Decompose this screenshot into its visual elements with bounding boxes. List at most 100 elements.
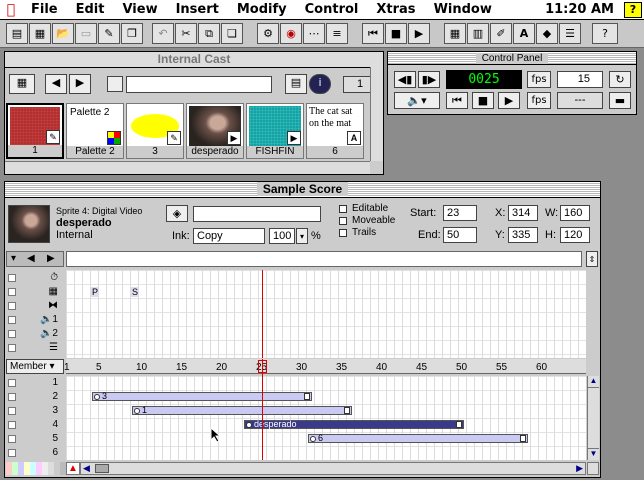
sprite-span-channel-3[interactable]: 1: [132, 406, 352, 415]
start-frame-field[interactable]: 23: [443, 205, 477, 221]
scroll-down-icon[interactable]: ▼: [588, 448, 599, 460]
sprite-end-keyframe[interactable]: [520, 435, 526, 442]
sprite-channel-5[interactable]: 5: [6, 432, 64, 446]
cast-search-icon[interactable]: ◉: [280, 23, 302, 44]
editable-checkbox[interactable]: [339, 205, 347, 213]
score-display-popup[interactable]: Member ▾: [6, 359, 64, 374]
sprite-channel-3[interactable]: 3: [6, 404, 64, 418]
menu-insert[interactable]: Insert: [167, 2, 228, 17]
sprite-channel-2[interactable]: 2: [6, 390, 64, 404]
sprite-start-keyframe[interactable]: [134, 408, 140, 414]
marker-bar[interactable]: [66, 251, 582, 267]
script-icon[interactable]: ⋯: [303, 23, 325, 44]
cp-stop-icon[interactable]: ■: [472, 92, 494, 109]
save-as-icon[interactable]: ❐: [121, 23, 143, 44]
cast-title-bar[interactable]: Internal Cast: [5, 52, 383, 68]
scroll-up-icon[interactable]: ▲: [588, 376, 599, 388]
behavior-icon[interactable]: ◆: [536, 23, 558, 44]
ink-popup[interactable]: Copy: [193, 228, 265, 244]
score-horizontal-scrollbar[interactable]: ◀ ▶: [80, 462, 586, 475]
volume-icon[interactable]: 🔈▾: [394, 92, 440, 109]
menu-view[interactable]: View: [113, 2, 166, 17]
new-movie-icon[interactable]: ▤: [6, 23, 28, 44]
behavior-inspector-icon[interactable]: ◈: [166, 205, 188, 222]
channel-toggle[interactable]: [8, 330, 16, 338]
menu-control[interactable]: Control: [296, 2, 368, 17]
channel-toggle[interactable]: [8, 302, 16, 310]
selected-frames-icon[interactable]: ▬: [609, 92, 631, 109]
menu-edit[interactable]: Edit: [67, 2, 114, 17]
inspector-icon[interactable]: ☰: [559, 23, 581, 44]
rewind-icon[interactable]: ⏮: [362, 23, 384, 44]
undo-icon[interactable]: ↶: [152, 23, 174, 44]
stop-icon[interactable]: ■: [385, 23, 407, 44]
score-resize-icon[interactable]: [587, 462, 599, 475]
sprite-end-keyframe[interactable]: [344, 407, 350, 414]
x-field[interactable]: 314: [508, 205, 538, 221]
sprite-end-keyframe[interactable]: [456, 421, 462, 428]
script-window-icon[interactable]: ≡: [326, 23, 348, 44]
cp-play-icon[interactable]: ▶: [498, 92, 520, 109]
cast-member-2[interactable]: Palette 2 Palette 2: [66, 103, 124, 159]
save-icon[interactable]: ▭: [75, 23, 97, 44]
sound-1-channel[interactable]: 🔈1: [6, 313, 64, 327]
center-playhead-icon[interactable]: ▲: [66, 462, 80, 475]
scroll-left-icon[interactable]: ◀: [83, 463, 90, 474]
paint-icon[interactable]: ✐: [490, 23, 512, 44]
play-icon[interactable]: ▶: [408, 23, 430, 44]
paste-icon[interactable]: ❏: [221, 23, 243, 44]
channel-toggle[interactable]: [8, 407, 16, 415]
help-icon[interactable]: ?: [624, 1, 642, 18]
cast-member-info-icon[interactable]: i: [309, 74, 331, 94]
previous-member-icon[interactable]: ◀: [45, 74, 67, 94]
palette-channel[interactable]: ▦: [6, 285, 64, 299]
channel-toggle[interactable]: [8, 421, 16, 429]
score-icon[interactable]: ▦: [444, 23, 466, 44]
step-backward-icon[interactable]: ◀▮: [394, 71, 416, 88]
marker-menu-icon[interactable]: ▾: [11, 253, 16, 264]
channel-toggle[interactable]: [8, 449, 16, 457]
width-field[interactable]: 160: [560, 205, 590, 221]
import-icon[interactable]: ✎: [98, 23, 120, 44]
find-icon[interactable]: ⚙: [257, 23, 279, 44]
sprite-span-channel-2[interactable]: 3: [92, 392, 312, 401]
cast-member-1[interactable]: ✎ 1: [6, 103, 64, 159]
height-field[interactable]: 120: [560, 227, 590, 243]
cast-member-3[interactable]: ✎ 3: [126, 103, 184, 159]
cast-vertical-scrollbar[interactable]: [370, 67, 383, 161]
new-cast-icon[interactable]: ▦: [29, 23, 51, 44]
sound-cell-marker[interactable]: S: [131, 287, 139, 297]
next-member-icon[interactable]: ▶: [69, 74, 91, 94]
score-zoom-icon[interactable]: ⇕: [586, 251, 598, 267]
sprite-color-chips[interactable]: [6, 462, 66, 475]
transition-channel[interactable]: ⧓: [6, 299, 64, 313]
script-popup[interactable]: [193, 206, 321, 222]
scroll-thumb[interactable]: [95, 464, 109, 473]
text-icon[interactable]: A: [513, 23, 535, 44]
step-forward-icon[interactable]: ▮▶: [418, 71, 440, 88]
cp-rewind-icon[interactable]: ⏮: [446, 92, 468, 109]
scroll-right-icon[interactable]: ▶: [576, 463, 583, 474]
channel-toggle[interactable]: [8, 344, 16, 352]
cast-member-6[interactable]: The cat sat on the mat A 6: [306, 103, 364, 159]
help-pointer-icon[interactable]: ?: [592, 23, 618, 44]
effects-channel-grid[interactable]: [66, 270, 586, 358]
tempo-mode-button[interactable]: fps: [527, 71, 551, 88]
tempo-field[interactable]: 15: [557, 71, 603, 88]
sprite-channel-grid[interactable]: [66, 376, 586, 460]
sprite-span-channel-5[interactable]: 6: [308, 434, 528, 443]
apple-menu-icon[interactable]: : [0, 2, 22, 18]
sprite-start-keyframe[interactable]: [246, 422, 252, 428]
menu-window[interactable]: Window: [425, 2, 501, 17]
y-field[interactable]: 335: [508, 227, 538, 243]
channel-toggle[interactable]: [8, 379, 16, 387]
score-vertical-scrollbar[interactable]: ▲ ▼: [587, 376, 599, 460]
channel-toggle[interactable]: [8, 316, 16, 324]
sprite-channel-1[interactable]: 1: [6, 376, 64, 390]
menu-modify[interactable]: Modify: [228, 2, 296, 17]
sprite-channel-4[interactable]: 4: [6, 418, 64, 432]
sound-2-channel[interactable]: 🔈2: [6, 327, 64, 341]
blend-popup-icon[interactable]: ▾: [296, 228, 308, 244]
open-icon[interactable]: 📂: [52, 23, 74, 44]
tempo-channel[interactable]: ⏱: [6, 271, 64, 285]
